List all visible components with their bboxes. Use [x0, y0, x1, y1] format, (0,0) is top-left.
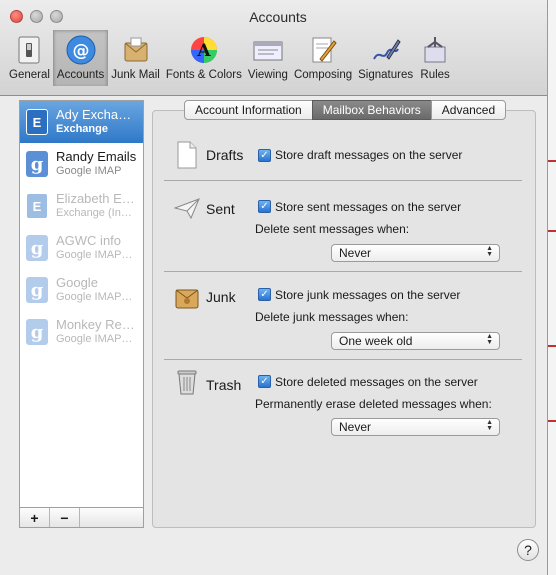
- account-type: Google IMAP: [56, 165, 122, 177]
- account-type: Google IMAP…: [56, 249, 133, 261]
- section-divider: [164, 180, 522, 181]
- junk-mail-icon: [120, 34, 152, 66]
- titlebar: Accounts General @ Accounts Junk Mail A …: [0, 0, 547, 96]
- account-name: Randy Emails: [56, 150, 137, 164]
- signatures-icon: [370, 34, 402, 66]
- account-item[interactable]: E Elizabeth E… Exchange (In…: [20, 185, 143, 227]
- account-name: Ady Excha…: [56, 108, 132, 122]
- tab-advanced[interactable]: Advanced: [430, 100, 507, 120]
- switch-icon: [13, 34, 45, 66]
- section-divider: [164, 271, 522, 272]
- store-junk-label: Store junk messages on the server: [275, 288, 461, 302]
- store-junk-checkbox[interactable]: ✓: [258, 288, 271, 301]
- document-icon: [174, 141, 200, 169]
- account-name: AGWC info: [56, 234, 122, 248]
- background-app-edge: [548, 0, 556, 575]
- junk-box-icon: [174, 284, 200, 310]
- delete-sent-value: Never: [339, 246, 372, 260]
- store-deleted-checkbox[interactable]: ✓: [258, 375, 271, 388]
- toolbar-rules-label: Rules: [420, 69, 450, 81]
- account-name: Monkey Re…: [56, 318, 135, 332]
- store-drafts-label: Store draft messages on the server: [275, 148, 463, 162]
- account-item[interactable]: g Google Google IMAP…: [20, 269, 143, 311]
- add-account-button[interactable]: +: [20, 508, 50, 527]
- junk-label: Junk: [206, 289, 236, 305]
- sent-section: Sent ✓ Store sent messages on the server…: [164, 195, 522, 265]
- drafts-section: Drafts ✓ Store draft messages on the ser…: [164, 141, 522, 170]
- tab-account-information[interactable]: Account Information: [184, 100, 313, 120]
- account-type: Google IMAP…: [56, 291, 133, 303]
- trash-icon: [174, 368, 200, 395]
- toolbar-signatures-label: Signatures: [358, 69, 414, 81]
- store-drafts-checkbox[interactable]: ✓: [258, 149, 271, 162]
- toolbar-rules[interactable]: Rules: [416, 30, 454, 86]
- toolbar-viewing-label: Viewing: [247, 69, 288, 81]
- google-icon: g: [26, 151, 48, 177]
- account-type: Exchange: [56, 123, 108, 135]
- store-deleted-label: Store deleted messages on the server: [275, 375, 478, 389]
- sent-label: Sent: [206, 201, 235, 217]
- viewing-icon: [252, 34, 284, 66]
- toolbar-composing[interactable]: Composing: [291, 30, 355, 86]
- toolbar-composing-label: Composing: [293, 69, 353, 81]
- exchange-icon: E: [26, 193, 48, 219]
- trash-label: Trash: [206, 377, 242, 393]
- color-wheel-icon: A: [188, 34, 220, 66]
- toolbar-accounts[interactable]: @ Accounts: [52, 30, 109, 86]
- preferences-toolbar: General @ Accounts Junk Mail A Fonts & C…: [6, 30, 454, 86]
- account-type: Exchange (In…: [56, 207, 132, 219]
- rules-icon: [419, 34, 451, 66]
- tab-mailbox-behaviors[interactable]: Mailbox Behaviors: [311, 100, 432, 120]
- junk-section: Junk ✓ Store junk messages on the server…: [164, 282, 522, 352]
- account-name: Elizabeth E…: [56, 192, 135, 206]
- composing-icon: [307, 34, 339, 66]
- account-item[interactable]: E Ady Excha… Exchange: [20, 101, 143, 143]
- paper-plane-icon: [174, 195, 200, 221]
- toolbar-viewing[interactable]: Viewing: [245, 30, 291, 86]
- svg-text:A: A: [196, 41, 211, 61]
- delete-junk-select[interactable]: One week old ▲ ▼: [331, 332, 500, 350]
- toolbar-accounts-label: Accounts: [56, 69, 105, 81]
- store-sent-label: Store sent messages on the server: [275, 200, 462, 214]
- account-type: Google IMAP…: [56, 333, 133, 345]
- account-item[interactable]: g AGWC info Google IMAP…: [20, 227, 143, 269]
- trash-section: Trash ✓ Store deleted messages on the se…: [164, 368, 522, 438]
- help-button[interactable]: ?: [517, 539, 539, 561]
- select-arrows-icon: ▲ ▼: [486, 333, 493, 346]
- toolbar-fonts-colors-label: Fonts & Colors: [165, 69, 242, 81]
- account-name: Google: [56, 276, 98, 290]
- toolbar-signatures[interactable]: Signatures: [355, 30, 416, 86]
- account-item[interactable]: g Randy Emails Google IMAP: [20, 143, 143, 185]
- store-sent-checkbox[interactable]: ✓: [258, 200, 271, 213]
- toolbar-fonts-colors[interactable]: A Fonts & Colors: [163, 30, 245, 86]
- account-item[interactable]: g Monkey Re… Google IMAP…: [20, 311, 143, 353]
- google-icon: g: [26, 319, 48, 345]
- accounts-list-footer: + −: [19, 507, 144, 528]
- svg-text:@: @: [72, 41, 89, 61]
- delete-sent-label: Delete sent messages when:: [255, 222, 410, 236]
- select-arrows-icon: ▲ ▼: [486, 419, 493, 432]
- accounts-list[interactable]: E Ady Excha… Exchange g Randy Emails Googl…: [19, 100, 144, 528]
- remove-account-button[interactable]: −: [50, 508, 80, 527]
- google-icon: g: [26, 235, 48, 261]
- google-icon: g: [26, 277, 48, 303]
- exchange-icon: E: [26, 109, 48, 135]
- toolbar-general[interactable]: General: [6, 30, 53, 86]
- window-title: Accounts: [249, 9, 307, 25]
- accounts-window: Accounts General @ Accounts Junk Mail A …: [0, 0, 548, 575]
- toolbar-junk-mail[interactable]: Junk Mail: [108, 30, 163, 86]
- delete-junk-value: One week old: [339, 334, 413, 348]
- erase-deleted-value: Never: [339, 420, 372, 434]
- at-icon: @: [65, 34, 97, 66]
- drafts-label: Drafts: [206, 147, 244, 163]
- erase-deleted-label: Permanently erase deleted messages when:: [255, 397, 492, 411]
- toolbar-general-label: General: [9, 69, 50, 81]
- account-tabs: Account Information Mailbox Behaviors Ad…: [184, 100, 507, 120]
- section-divider: [164, 359, 522, 360]
- toolbar-junk-mail-label: Junk Mail: [111, 69, 160, 81]
- delete-junk-label: Delete junk messages when:: [255, 310, 409, 324]
- delete-sent-select[interactable]: Never ▲ ▼: [331, 244, 500, 262]
- select-arrows-icon: ▲ ▼: [486, 245, 493, 258]
- erase-deleted-select[interactable]: Never ▲ ▼: [331, 418, 500, 436]
